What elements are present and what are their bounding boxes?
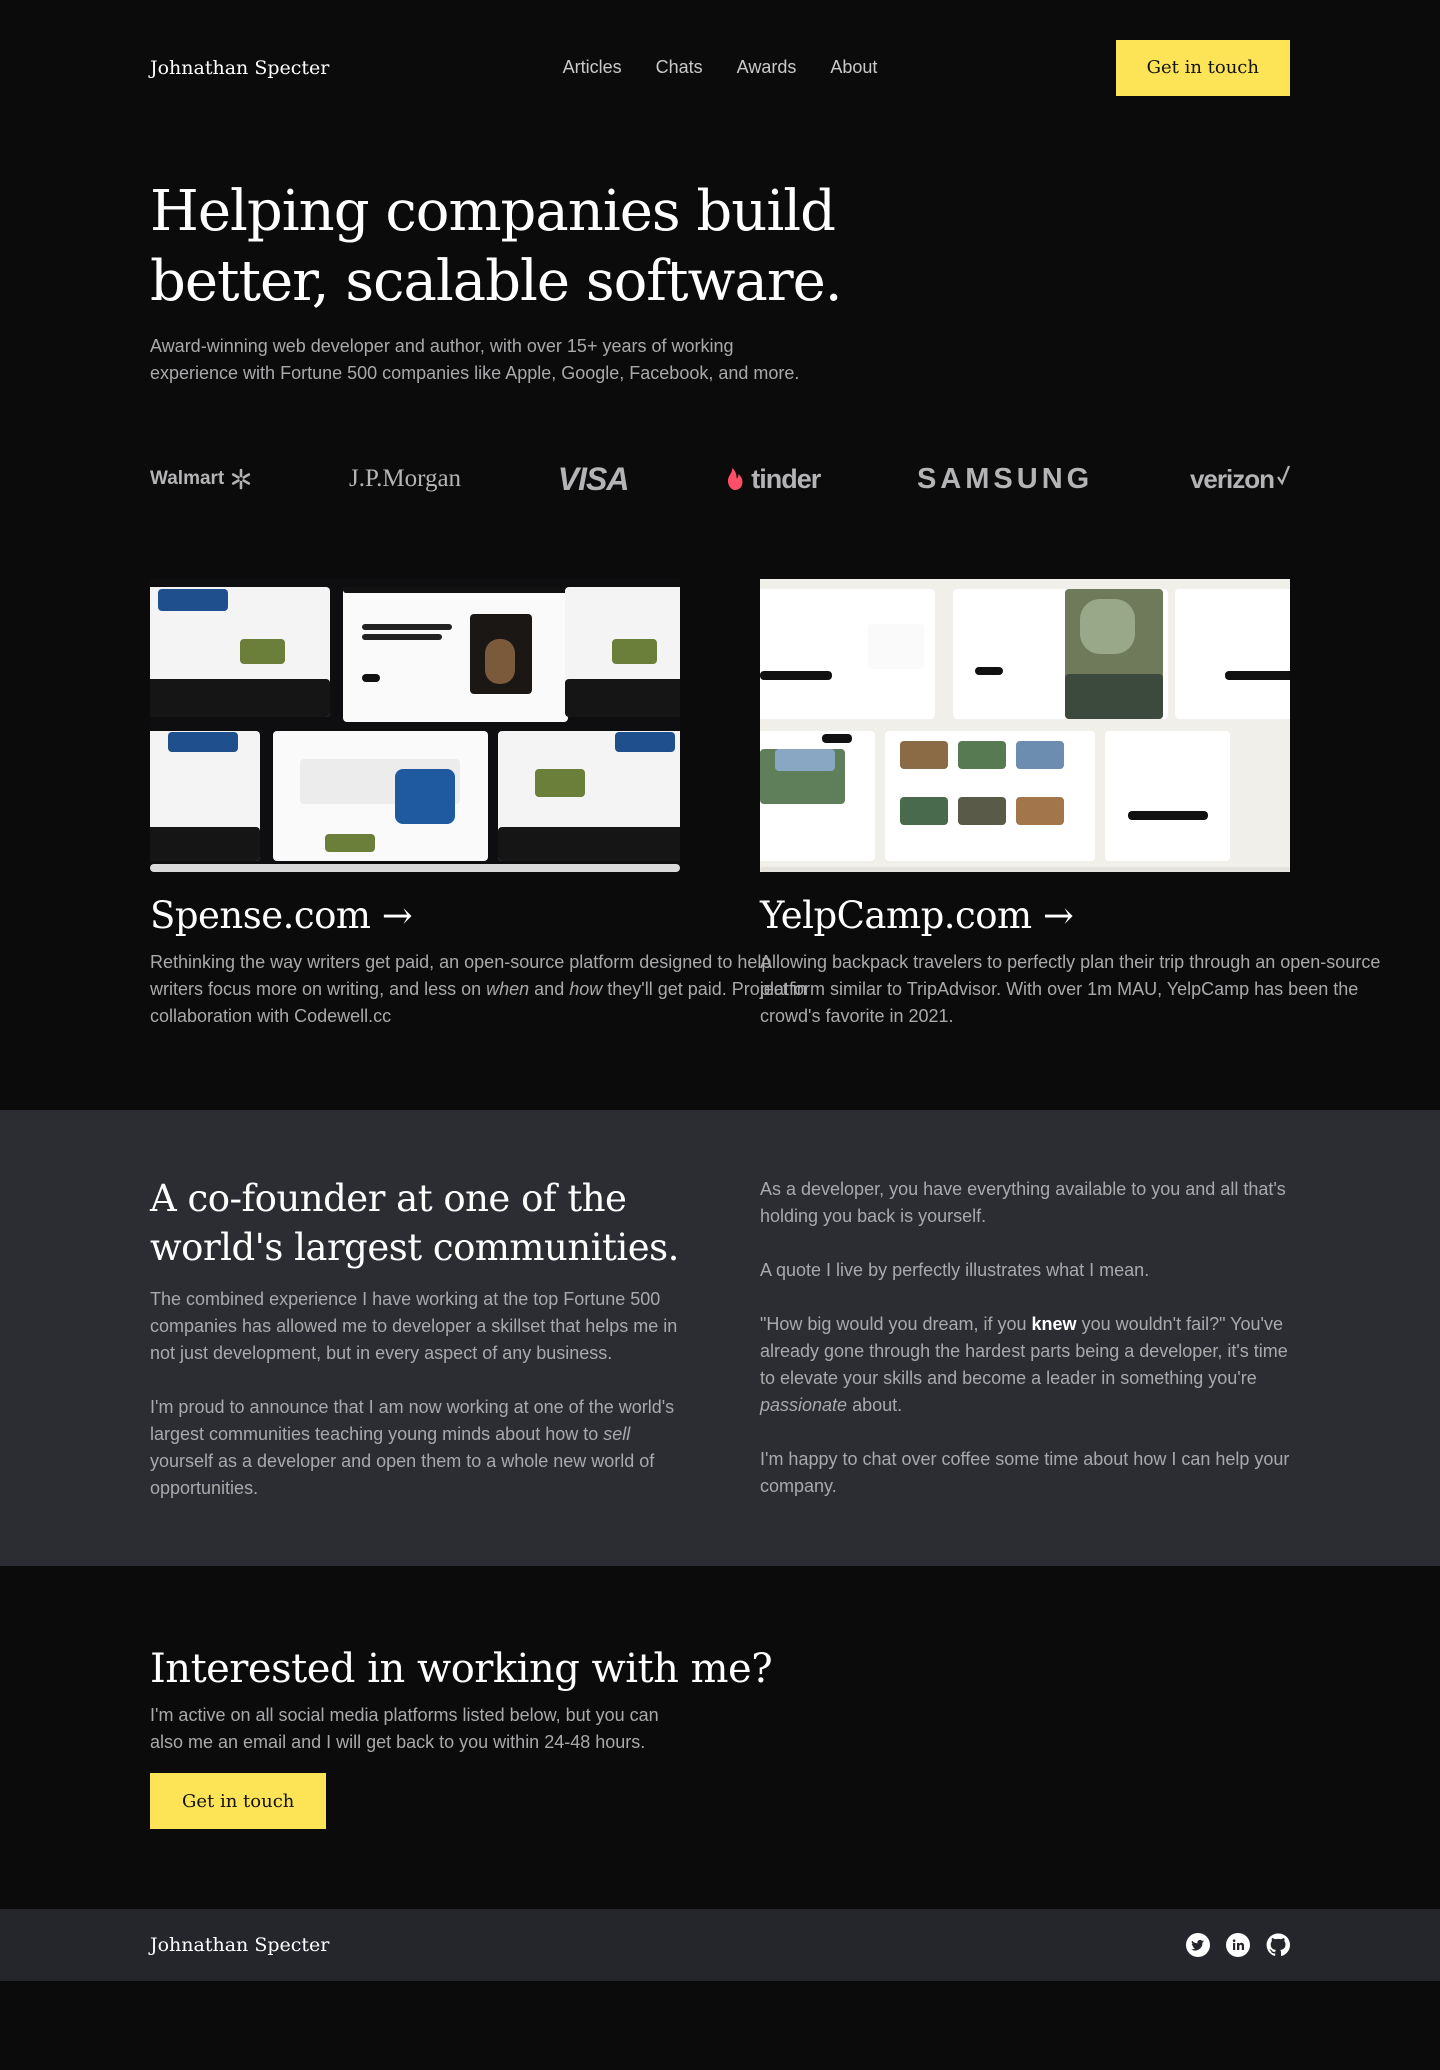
cofounder-quote: "How big would you dream, if you knew yo… (760, 1314, 1288, 1415)
hero-subtitle: Award-winning web developer and author, … (150, 336, 800, 383)
cofounder-paragraph-4: A quote I live by perfectly illustrates … (760, 1260, 1150, 1280)
header-get-in-touch-button[interactable]: Get in touch (1115, 39, 1290, 96)
cofounder-title: A co-founder at one of the world's large… (150, 1177, 679, 1269)
verizon-logo: verizon (1190, 464, 1290, 495)
project-yelpcamp: YelpCamp.com → Allowing backpack travele… (760, 579, 1380, 1030)
walmart-spark-icon (232, 468, 251, 490)
cofounder-paragraph-1: The combined experience I have working a… (150, 1289, 678, 1363)
yelpcamp-title[interactable]: YelpCamp.com → (760, 894, 1290, 937)
spense-title[interactable]: Spense.com → (150, 894, 680, 937)
contact-description: I'm active on all social media platforms… (150, 1705, 659, 1752)
contact-title: Interested in working with me? (150, 1646, 773, 1692)
tinder-logo: tinder (725, 464, 821, 495)
visa-logo: VISA (557, 460, 630, 497)
cofounder-paragraph-2: I'm proud to announce that I am now work… (150, 1397, 675, 1498)
cofounder-paragraph-3: As a developer, you have everything avai… (760, 1179, 1286, 1226)
cofounder-right: As a developer, you have everything avai… (760, 1174, 1290, 1502)
contact-get-in-touch-button[interactable]: Get in touch (150, 1773, 327, 1829)
tinder-flame-icon (728, 468, 743, 490)
nav-articles[interactable]: Articles (563, 57, 622, 78)
twitter-icon[interactable] (1186, 1933, 1210, 1957)
walmart-logo: Walmart (150, 468, 252, 490)
site-header: Johnathan Specter Articles Chats Awards … (150, 0, 1290, 135)
verizon-check-icon (1277, 465, 1290, 486)
yelpcamp-screenshot[interactable] (760, 579, 1290, 872)
nav-chats[interactable]: Chats (656, 57, 703, 78)
client-logos: Walmart J.P.Morgan VISA tinder SAMSUNG v… (150, 459, 1290, 499)
cofounder-left: A co-founder at one of the world's large… (150, 1174, 680, 1502)
main-nav: Articles Chats Awards About (563, 57, 878, 78)
cofounder-paragraph-5: I'm happy to chat over coffee some time … (760, 1449, 1290, 1496)
linkedin-icon[interactable] (1226, 1933, 1250, 1957)
contact-section: Interested in working with me? I'm activ… (150, 1566, 1290, 1909)
yelpcamp-description: Allowing backpack travelers to perfectly… (760, 952, 1381, 1026)
samsung-logo: SAMSUNG (916, 462, 1094, 495)
jpmorgan-logo: J.P.Morgan (349, 465, 462, 492)
brand-logo[interactable]: Johnathan Specter (150, 57, 450, 79)
projects: Spense.com → Rethinking the way writers … (150, 579, 1380, 1110)
project-spense: Spense.com → Rethinking the way writers … (150, 579, 807, 1030)
spense-description: Rethinking the way writers get paid, an … (150, 952, 807, 1026)
github-icon[interactable] (1266, 1933, 1290, 1957)
hero-title: Helping companies build better, scalable… (150, 179, 843, 314)
nav-about[interactable]: About (830, 57, 877, 78)
footer-brand[interactable]: Johnathan Specter (150, 1934, 450, 1956)
site-footer: Johnathan Specter (0, 1909, 1440, 1981)
social-links (1186, 1933, 1290, 1957)
hero: Helping companies build better, scalable… (150, 135, 1380, 1110)
nav-awards[interactable]: Awards (737, 57, 797, 78)
spense-screenshot[interactable] (150, 579, 680, 872)
cofounder-section: A co-founder at one of the world's large… (0, 1110, 1440, 1566)
